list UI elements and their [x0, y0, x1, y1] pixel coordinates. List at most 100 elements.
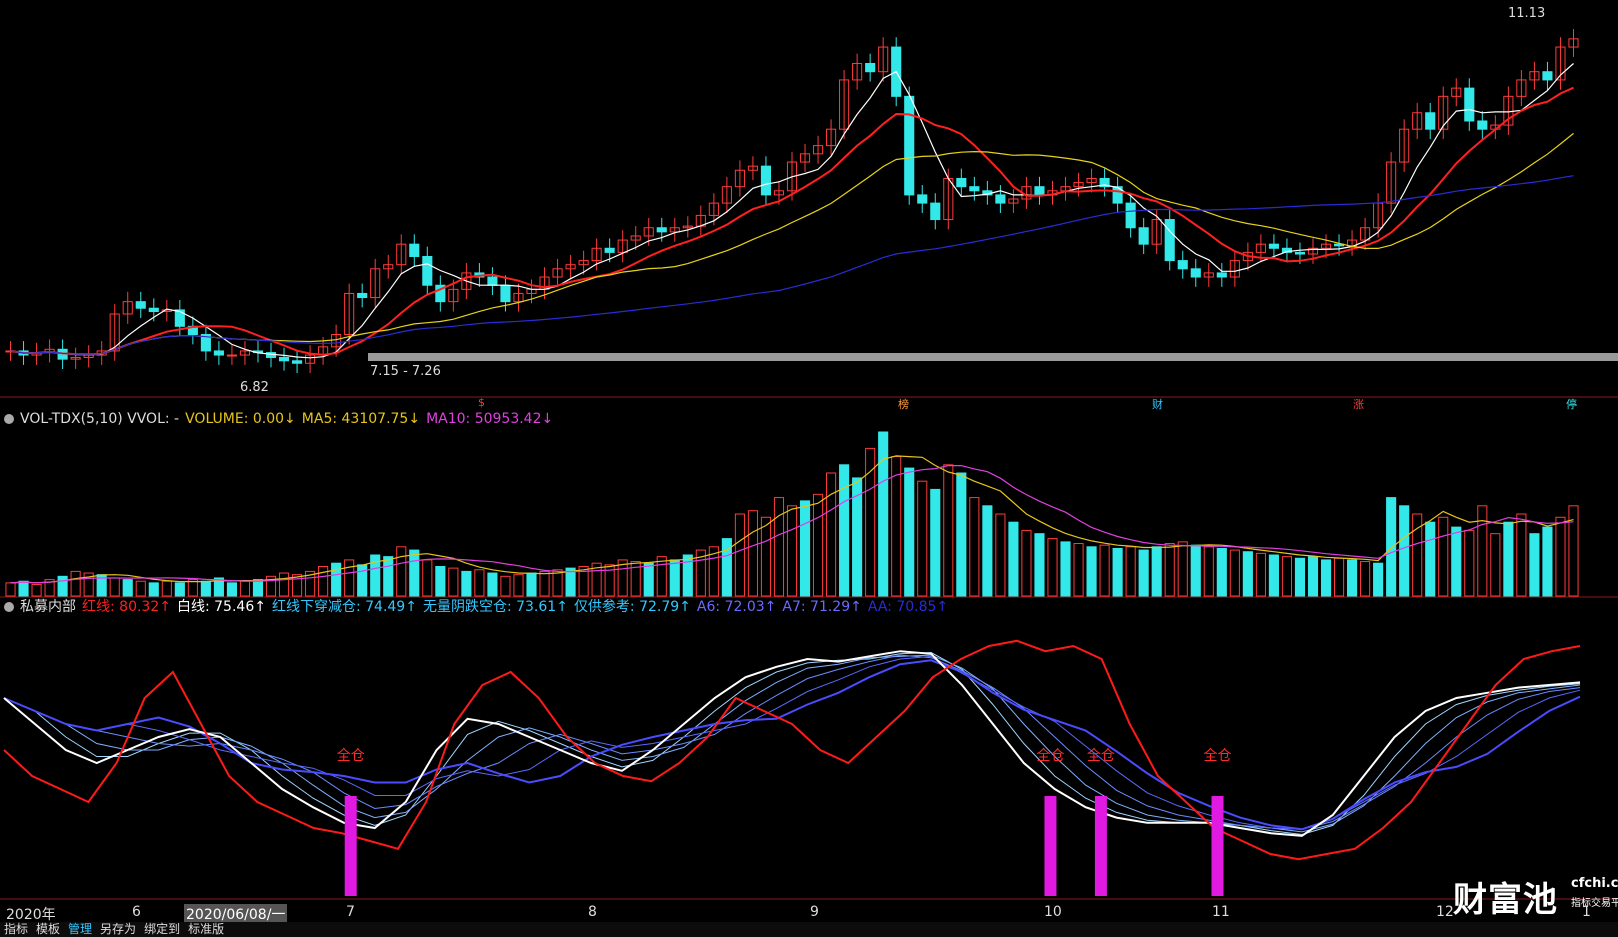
- volume-bar: [1034, 533, 1045, 597]
- volume-bar: [1294, 557, 1306, 597]
- candle-body: [917, 194, 928, 204]
- toolbar-manage[interactable]: 管理: [68, 922, 92, 936]
- candle-body: [1542, 71, 1553, 81]
- volume-bar: [1164, 543, 1175, 597]
- toolbar-indicator[interactable]: 指标: [4, 922, 28, 936]
- ind-a6: A6: 72.03↑: [696, 599, 777, 615]
- volume-bar: [1503, 521, 1514, 597]
- volume-bar: [239, 580, 251, 597]
- event-marker-2[interactable]: 财: [1152, 396, 1163, 412]
- volume-bar: [487, 572, 498, 597]
- ind-white: 白线: 75.46↑: [176, 599, 266, 615]
- volume-bar: [1008, 521, 1019, 597]
- volume-panel[interactable]: [0, 418, 1618, 598]
- volume-bar: [669, 559, 680, 597]
- toolbar-save-as[interactable]: 另存为: [100, 922, 136, 936]
- volume-bar: [1373, 562, 1384, 597]
- candle-body: [930, 202, 941, 221]
- candle-body: [487, 276, 498, 286]
- volume-bar: [161, 580, 172, 597]
- ind-a7: A7: 71.29↑: [782, 599, 862, 615]
- volume-bar: [109, 577, 120, 597]
- toolbar-template[interactable]: 模板: [36, 922, 60, 936]
- volume-bar: [878, 431, 889, 597]
- candle-body: [1464, 87, 1475, 122]
- volume-bar: [461, 570, 472, 597]
- toolbar-standard[interactable]: 标准版: [188, 922, 224, 936]
- high-price-label: 11.13: [1508, 6, 1546, 21]
- low-price-label: 6.82: [240, 380, 269, 395]
- band-line-4: [3, 659, 1581, 831]
- price-panel[interactable]: [0, 0, 1618, 398]
- volume-bar: [5, 582, 16, 597]
- volume-bar: [1568, 505, 1579, 597]
- volume-bar: [435, 565, 446, 597]
- volume-bar: [1138, 549, 1149, 597]
- ind-name: 私募内部: [20, 599, 76, 615]
- band-line-0: [3, 651, 1581, 836]
- vol-ma5: MA5: 43107.75↓: [301, 411, 421, 427]
- event-marker-3[interactable]: 涨: [1353, 396, 1364, 412]
- collapse-icon[interactable]: [4, 414, 14, 424]
- candle-body: [357, 292, 368, 299]
- signal-bar: [1044, 796, 1057, 896]
- volume-bar: [135, 580, 146, 597]
- candle-body: [1125, 202, 1136, 229]
- volume-header: VOL-TDX(5,10) VVOL: - VOLUME: 0.00↓ MA5: 4…: [4, 410, 559, 428]
- candle-body: [278, 357, 290, 362]
- signal-label: 全仓: [337, 747, 365, 764]
- x-tick-7: 11: [1212, 904, 1230, 920]
- volume-bar: [18, 580, 29, 597]
- signal-bar: [344, 796, 357, 896]
- watermark-site: cfchi.com: [1571, 876, 1618, 891]
- event-marker-1[interactable]: 榜: [898, 396, 909, 412]
- volume-bar: [1151, 546, 1162, 597]
- volume-bar: [513, 574, 524, 597]
- volume-bar: [278, 572, 290, 597]
- event-marker-4[interactable]: 停: [1566, 396, 1577, 412]
- candle-body: [409, 243, 420, 257]
- range-price-label: 7.15 - 7.26: [370, 364, 441, 379]
- signal-label: 全仓: [1087, 747, 1115, 764]
- volume-bar: [839, 464, 850, 597]
- event-marker-0[interactable]: $: [478, 396, 485, 409]
- x-tick-6: 10: [1044, 904, 1062, 920]
- volume-bar: [773, 497, 785, 597]
- volume-bar: [982, 505, 993, 597]
- volume-bar: [1073, 543, 1084, 597]
- ind-noyin: 无量阴跌空仓: 73.61↑: [422, 599, 568, 615]
- volume-bar: [747, 510, 758, 597]
- volume-bar: [1216, 547, 1227, 597]
- volume-bar: [1542, 526, 1553, 597]
- volume-bar: [1399, 505, 1410, 597]
- candle-body: [1268, 243, 1279, 249]
- volume-bar: [1190, 544, 1201, 597]
- volume-bar: [1555, 516, 1566, 597]
- candle-body: [1190, 268, 1201, 278]
- indicator-panel[interactable]: 全仓 全仓 全仓 全仓: [0, 600, 1618, 900]
- volume-bar: [1086, 546, 1097, 597]
- ind-cross: 红线下穿减仓: 74.49↑: [271, 599, 417, 615]
- signal-label: 全仓: [1036, 747, 1064, 764]
- volume-bar: [1490, 533, 1501, 597]
- collapse-icon[interactable]: [4, 602, 14, 612]
- volume-bar: [1333, 557, 1345, 597]
- signal-bar: [1211, 796, 1224, 896]
- vol-ma10: MA10: 50953.42↓: [426, 411, 554, 427]
- x-tick-2[interactable]: 2020/06/08/一: [184, 904, 288, 924]
- candle-body: [969, 186, 980, 192]
- candle-body: [760, 165, 772, 196]
- candle-body: [604, 247, 615, 253]
- ma-line-ma60: [10, 175, 1574, 355]
- watermark: 财富池 cfchi.com 指标交易平台: [1453, 872, 1618, 921]
- volume-bar: [656, 556, 667, 597]
- volume-bar: [1529, 533, 1540, 597]
- vol-name: VOL-TDX(5,10) VVOL: -: [20, 411, 180, 427]
- volume-bar: [1125, 546, 1136, 597]
- candle-body: [1477, 120, 1488, 130]
- candle-body: [995, 194, 1006, 204]
- toolbar-bind[interactable]: 绑定到: [144, 922, 180, 936]
- candle-body: [148, 307, 159, 313]
- white-line: [3, 650, 1581, 837]
- volume-bar: [1451, 526, 1462, 597]
